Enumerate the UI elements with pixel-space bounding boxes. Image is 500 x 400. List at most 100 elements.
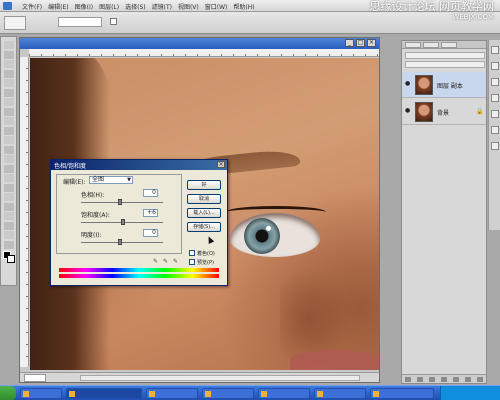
tool-button[interactable] (4, 117, 14, 125)
new-group-icon[interactable] (453, 376, 459, 382)
ok-button[interactable]: 好 (187, 180, 221, 190)
link-layers-icon[interactable] (405, 376, 411, 382)
menu-image[interactable]: 图像(I) (75, 2, 93, 11)
taskbar-button[interactable] (370, 388, 434, 399)
horizontal-scrollbar[interactable] (80, 375, 360, 381)
new-layer-icon[interactable] (465, 376, 471, 382)
tool-button[interactable] (4, 240, 14, 249)
maximize-button[interactable]: □ (356, 39, 365, 47)
minimize-button[interactable]: _ (345, 39, 354, 47)
photoshop-icon (69, 391, 75, 397)
option-checkbox[interactable] (110, 18, 117, 25)
background-color-swatch[interactable] (7, 255, 15, 263)
tool-button[interactable] (4, 69, 14, 78)
lightness-field[interactable]: 0 (143, 229, 158, 237)
tool-button[interactable] (4, 221, 14, 230)
document-titlebar[interactable]: _ □ × (20, 38, 379, 49)
system-tray (440, 386, 500, 400)
option-field[interactable] (58, 17, 102, 27)
eyedropper-minus-icon[interactable]: ✎ (173, 258, 178, 265)
hue-slider-knob[interactable] (118, 199, 122, 205)
tool-preset-picker[interactable] (4, 16, 26, 30)
tool-button[interactable] (4, 136, 14, 144)
tool-button[interactable] (4, 202, 14, 211)
taskbar-button[interactable] (258, 388, 310, 399)
tool-button[interactable] (4, 98, 14, 106)
visibility-eye-icon[interactable]: ● (405, 108, 411, 114)
dock-button[interactable] (491, 46, 499, 54)
tools-palette (0, 36, 17, 286)
tool-button[interactable] (4, 50, 14, 59)
lightness-slider-knob[interactable] (118, 239, 122, 245)
hue-slider-track[interactable] (81, 202, 163, 203)
saturation-slider-knob[interactable] (121, 219, 125, 225)
preview-checkbox[interactable] (189, 259, 195, 265)
tool-button[interactable] (4, 145, 14, 154)
menu-window[interactable]: 窗口(W) (205, 2, 228, 11)
start-button[interactable] (0, 386, 16, 400)
window-icon (23, 391, 29, 397)
layer-name: 图层 副本 (437, 83, 463, 90)
tool-button[interactable] (4, 41, 14, 49)
cancel-button[interactable]: 取消 (187, 194, 221, 204)
layer-row[interactable]: ● 背景 🔒 (402, 99, 486, 125)
tool-button[interactable] (4, 155, 14, 163)
taskbar-button[interactable] (202, 388, 254, 399)
tab-channels[interactable] (423, 42, 439, 48)
tool-button[interactable] (4, 231, 14, 239)
dock-button[interactable] (491, 126, 499, 134)
menu-layer[interactable]: 图层(L) (99, 2, 119, 11)
hue-field[interactable]: 0 (143, 189, 158, 197)
lightness-slider-track[interactable] (81, 242, 163, 243)
tool-button[interactable] (4, 174, 14, 182)
vertical-ruler (20, 57, 29, 367)
taskbar-button[interactable] (314, 388, 366, 399)
layer-style-icon[interactable] (417, 376, 423, 382)
save-button[interactable]: 存储(S)... (187, 222, 221, 232)
close-button[interactable]: × (367, 39, 376, 47)
lock-opacity-row[interactable] (405, 61, 485, 68)
iris (244, 218, 280, 254)
menu-help[interactable]: 帮助(H) (233, 2, 254, 11)
colorize-checkbox[interactable] (189, 250, 195, 256)
dock-button[interactable] (491, 94, 499, 102)
menu-edit[interactable]: 编辑(E) (48, 2, 68, 11)
dialog-titlebar[interactable]: 色相/饱和度 (51, 160, 227, 170)
menu-select[interactable]: 选择(S) (125, 2, 146, 11)
dock-button[interactable] (491, 142, 499, 150)
dialog-close-button[interactable]: × (217, 161, 225, 168)
dock-button[interactable] (491, 110, 499, 118)
tool-button[interactable] (4, 79, 14, 87)
tool-button[interactable] (4, 193, 14, 201)
eyedropper-plus-icon[interactable]: ✎ (163, 258, 168, 265)
edit-select[interactable]: 全图 ▼ (89, 176, 133, 184)
eyedropper-icon[interactable]: ✎ (153, 258, 158, 265)
layer-row[interactable]: ● 图层 副本 (402, 72, 486, 98)
tool-button[interactable] (4, 107, 14, 116)
layer-mask-icon[interactable] (429, 376, 435, 382)
menu-file[interactable]: 文件(F) (22, 2, 42, 11)
taskbar-button-photoshop[interactable] (66, 388, 142, 399)
tab-paths[interactable] (441, 42, 457, 48)
tool-button[interactable] (4, 60, 14, 68)
adjustment-layer-icon[interactable] (441, 376, 447, 382)
tool-button[interactable] (4, 183, 14, 192)
saturation-field[interactable]: +6 (143, 209, 158, 217)
load-button[interactable]: 载入(L)... (187, 208, 221, 218)
dock-button[interactable] (491, 62, 499, 70)
menu-filter[interactable]: 滤镜(T) (152, 2, 172, 11)
menu-view[interactable]: 视图(V) (178, 2, 199, 11)
tool-button[interactable] (4, 126, 14, 135)
zoom-field[interactable] (24, 374, 46, 382)
tool-button[interactable] (4, 212, 14, 220)
visibility-eye-icon[interactable]: ● (405, 81, 411, 87)
taskbar-button[interactable] (20, 388, 62, 399)
taskbar-button[interactable] (146, 388, 198, 399)
dock-button[interactable] (491, 78, 499, 86)
tool-button[interactable] (4, 164, 14, 173)
tab-layers[interactable] (405, 42, 421, 48)
tool-button[interactable] (4, 88, 14, 97)
delete-layer-icon[interactable] (477, 376, 483, 382)
window-icon (261, 391, 267, 397)
blend-mode-select[interactable] (405, 52, 485, 59)
